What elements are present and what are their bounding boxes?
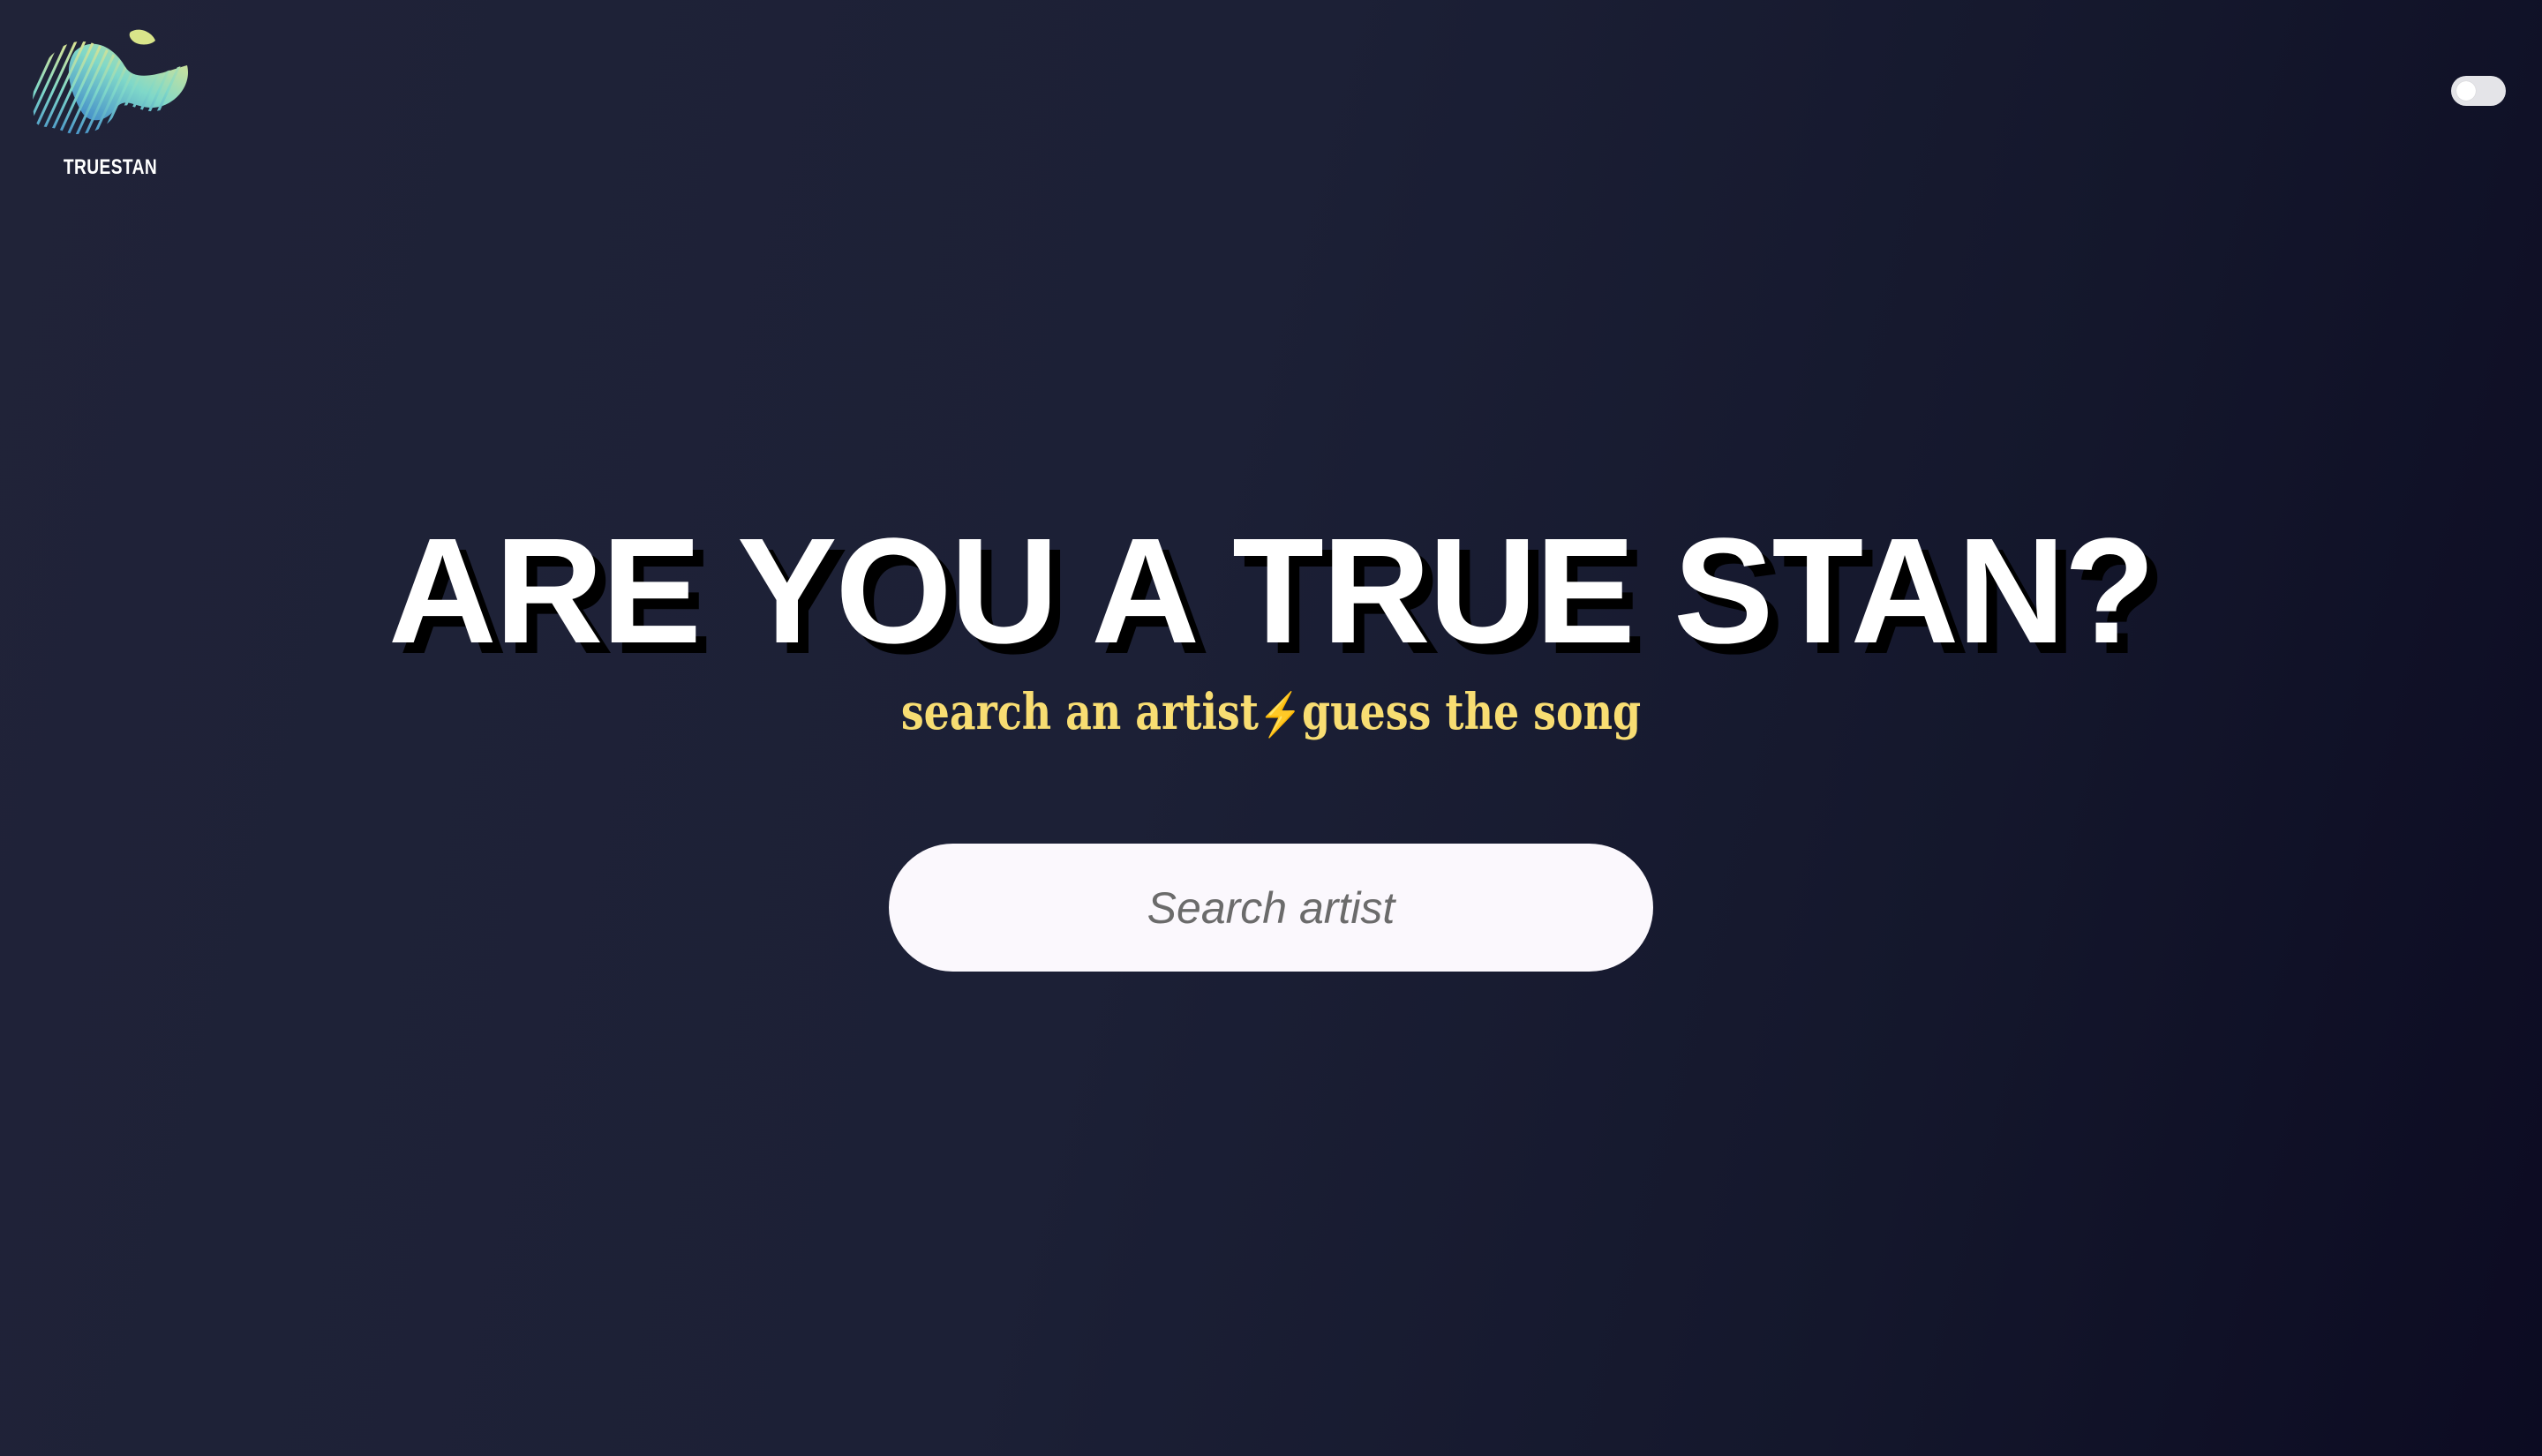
tagline-part-2: guess the song bbox=[1301, 683, 1642, 741]
brand-logo[interactable]: TRUESTAN bbox=[26, 16, 194, 179]
toggle-knob bbox=[2456, 81, 2476, 101]
tagline-part-1: search an artist bbox=[900, 683, 1259, 741]
search-container[interactable] bbox=[889, 844, 1653, 972]
truestan-wave-logo-icon bbox=[33, 29, 189, 134]
hero-tagline: search an artist⚡guess the song bbox=[229, 681, 2313, 746]
hero-headline: ARE YOU A TRUE STAN? bbox=[387, 507, 2155, 675]
search-artist-input[interactable] bbox=[934, 881, 1608, 934]
brand-name: TRUESTAN bbox=[63, 155, 158, 179]
theme-toggle[interactable] bbox=[2451, 76, 2506, 106]
lightning-bolt-icon: ⚡ bbox=[1258, 690, 1302, 739]
